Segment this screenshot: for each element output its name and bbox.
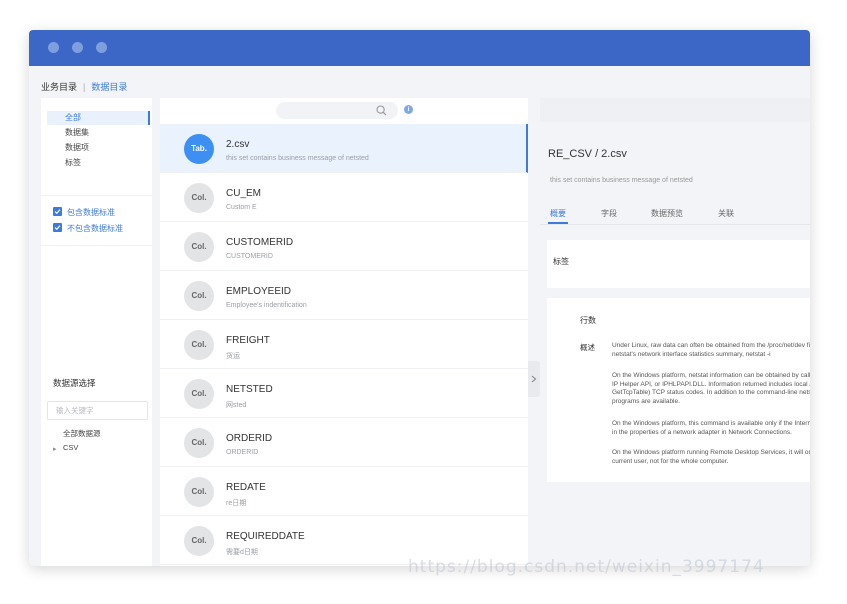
detail-panel: RE_CSV / 2.csv this set contains busines… — [540, 98, 810, 566]
category-data-item[interactable]: 数据项 — [47, 141, 150, 155]
type-badge-avatar: Col. — [184, 526, 214, 556]
list-item-title: CU_EM — [226, 188, 262, 199]
list-item[interactable]: Col. FREIGHT 货运 — [160, 320, 528, 369]
search-box[interactable] — [276, 102, 398, 119]
detail-description: this set contains business message of ne… — [550, 177, 693, 184]
list-item-description: 货运 — [226, 353, 240, 360]
tab-fields[interactable]: 字段 — [601, 208, 617, 219]
overview-paragraph: On the Windows platform, netstat informa… — [612, 372, 810, 405]
chevron-right-icon — [531, 375, 537, 383]
window-minimize-dot[interactable] — [72, 42, 83, 53]
list-item-description: ORDERID — [226, 449, 259, 456]
overview-paragraph: On the Windows platform, this command is… — [612, 420, 810, 436]
list-item[interactable]: Tab. 2.csv this set contains business mess… — [160, 124, 528, 173]
list-item-title: EMPLOYEEID — [226, 286, 292, 297]
list-item-title: FREIGHT — [226, 335, 270, 346]
list-item-description: this set contains business message of ne… — [226, 155, 369, 162]
filter-include-standard[interactable]: 包含数据标准 — [53, 207, 115, 219]
list-item[interactable]: Col. EMPLOYEEID Employee's indentification — [160, 271, 528, 320]
datasource-title: 数据源选择 — [53, 378, 96, 388]
results-list-panel: i Tab. 2.csv this set contains business me… — [160, 98, 528, 566]
list-item[interactable]: Col. NETSTED 网sted — [160, 369, 528, 418]
row-count-label: 行数 — [580, 316, 596, 325]
window-maximize-dot[interactable] — [96, 42, 107, 53]
detail-title: RE_CSV / 2.csv — [548, 148, 627, 160]
list-item-title: NETSTED — [226, 384, 273, 395]
info-icon[interactable]: i — [404, 105, 413, 114]
filter-panel: 全部 数据集 数据项 标签 包含数据标准 不包含数据标准 数据源选择 全部数据源… — [41, 98, 152, 566]
list-item-title: 2.csv — [226, 139, 250, 150]
filter-include-standard-label: 包含数据标准 — [67, 208, 115, 217]
list-item[interactable]: Col. REDATE re日期 — [160, 467, 528, 516]
tag-card: 标签 — [547, 240, 810, 288]
window-titlebar — [29, 30, 810, 66]
panel-divider — [41, 195, 152, 196]
list-item-description: Custom E — [226, 204, 257, 211]
type-badge-avatar: Col. — [184, 330, 214, 360]
type-badge-avatar: Col. — [184, 428, 214, 458]
chevron-right-icon[interactable]: ▸ — [53, 445, 57, 453]
tab-data-preview[interactable]: 数据预览 — [651, 208, 683, 219]
breadcrumb-business-catalog[interactable]: 业务目录 — [41, 82, 77, 92]
collapse-panel-button[interactable] — [528, 361, 540, 397]
list-item[interactable]: Col. ORDERID ORDERID — [160, 418, 528, 467]
checkbox-checked-icon[interactable] — [53, 207, 62, 217]
filter-exclude-standard[interactable]: 不包含数据标准 — [53, 223, 123, 235]
tree-item-all-datasources[interactable]: 全部数据源 — [63, 428, 101, 439]
list-item-description: CUSTOMERID — [226, 253, 273, 260]
type-badge-avatar: Tab. — [184, 134, 214, 164]
tree-item-csv[interactable]: CSV — [63, 443, 78, 452]
list-item[interactable]: Col. CUSTOMERID CUSTOMERID — [160, 222, 528, 271]
list-item-title: REDATE — [226, 482, 266, 493]
search-icon[interactable] — [376, 105, 387, 116]
list-item-title: CUSTOMERID — [226, 237, 294, 248]
datasource-keyword-input[interactable] — [47, 401, 148, 420]
overview-paragraph: On the Windows platform running Remote D… — [612, 449, 810, 465]
tab-relations[interactable]: 关联 — [718, 208, 734, 219]
app-window: 业务目录 | 数据目录 全部 数据集 数据项 标签 包含数据标准 不包含数据标准 数… — [29, 30, 810, 566]
filter-exclude-standard-label: 不包含数据标准 — [67, 224, 123, 233]
list-item-title: ORDERID — [226, 433, 273, 444]
type-badge-avatar: Col. — [184, 183, 214, 213]
list-item-description: re日期 — [226, 500, 247, 507]
breadcrumb-separator: | — [83, 82, 86, 92]
list-item[interactable]: Col. CU_EM Custom E — [160, 173, 528, 222]
watermark-text: https://blog.csdn.net/weixin_3997174 — [408, 557, 765, 577]
category-tag[interactable]: 标签 — [47, 156, 150, 170]
type-badge-avatar: Col. — [184, 379, 214, 409]
panel-divider — [41, 245, 152, 246]
list-item-description: 需要d日期 — [226, 549, 258, 556]
type-badge-avatar: Col. — [184, 232, 214, 262]
overview-label: 概述 — [580, 343, 595, 352]
window-close-dot[interactable] — [48, 42, 59, 53]
type-badge-avatar: Col. — [184, 281, 214, 311]
list-item-description: 网sted — [226, 402, 247, 409]
overview-card: 行数 概述 Under Linux, raw data can often be… — [547, 298, 810, 482]
breadcrumb: 业务目录 | 数据目录 — [41, 80, 127, 93]
tab-overview[interactable]: 概要 — [550, 208, 566, 219]
overview-paragraph: Under Linux, raw data can often be obtai… — [612, 342, 810, 358]
list-item-description: Employee's indentification — [226, 302, 307, 309]
list-item-title: REQUIREDDATE — [226, 531, 305, 542]
type-badge-avatar: Col. — [184, 477, 214, 507]
category-all[interactable]: 全部 — [47, 111, 150, 125]
checkbox-checked-icon[interactable] — [53, 223, 62, 233]
category-dataset[interactable]: 数据集 — [47, 126, 150, 140]
tag-label: 标签 — [553, 257, 569, 266]
detail-header-strip — [540, 98, 810, 122]
tab-bar-divider — [540, 224, 810, 225]
breadcrumb-data-catalog[interactable]: 数据目录 — [91, 82, 127, 92]
